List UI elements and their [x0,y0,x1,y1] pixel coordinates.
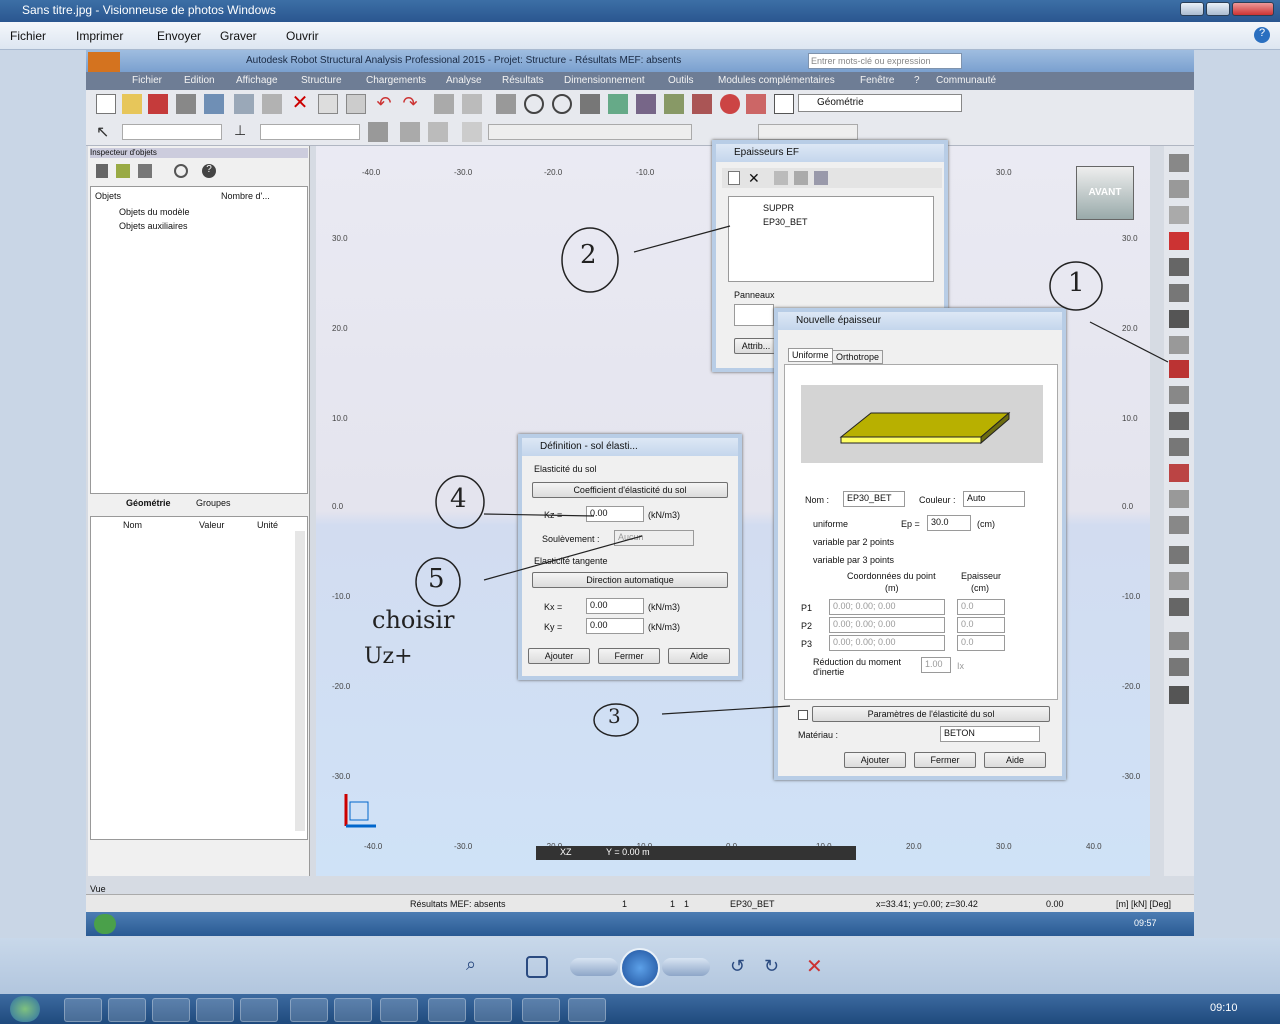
status-value-2: 1 [670,899,676,909]
annotation-5: 5 [428,564,445,594]
menu-ouvrir[interactable]: Ouvrir [286,29,319,43]
annotation-4: 4 [450,484,467,514]
close-button[interactable] [1232,2,1274,16]
taskbar-app-icon[interactable] [152,998,190,1022]
minimize-button[interactable] [1180,2,1204,16]
start-orb-icon [94,914,116,934]
status-bar: Résultats MEF: absents 1 1 1 EP30_BET x=… [86,894,1194,912]
taskbar-app-icon[interactable] [428,998,466,1022]
rotate-left-icon[interactable]: ↺ [730,956,745,977]
taskbar-app-icon[interactable] [64,998,102,1022]
actual-size-icon[interactable] [526,956,548,978]
status-value-1: 1 [622,899,628,909]
status-units: [m] [kN] [Deg] [1116,899,1172,909]
rotate-right-icon[interactable]: ↻ [764,956,779,977]
taskbar-app-icon[interactable] [240,998,278,1022]
status-coordinates: x=33.41; y=0.00; z=30.42 [876,899,978,909]
view-label: Vue [90,884,106,894]
status-thickness: EP30_BET [730,899,775,909]
menu-graver[interactable]: Graver [220,29,257,43]
start-button[interactable] [10,996,40,1022]
windows-taskbar: 09:10 [0,994,1280,1024]
delete-icon[interactable]: ✕ [806,954,823,979]
menu-fichier[interactable]: Fichier [10,29,46,43]
inner-clock: 09:57 [1134,918,1157,928]
status-results: Résultats MEF: absents [410,899,506,909]
status-value-3: 1 [684,899,690,909]
status-angle: 0.00 [1046,899,1064,909]
taskbar-app-icon[interactable] [568,998,606,1022]
taskbar-app-icon[interactable] [290,998,328,1022]
annotation-1: 1 [1068,268,1085,298]
viewer-menu-bar: Fichier Imprimer Envoyer Graver Ouvrir ? [0,22,1280,50]
taskbar-app-icon[interactable] [522,998,560,1022]
taskbar-app-icon[interactable] [380,998,418,1022]
annotation-note-choisir: choisir [372,606,455,634]
taskbar-app-icon[interactable] [108,998,146,1022]
annotation-note-uz: Uz+ [364,644,413,669]
help-icon[interactable]: ? [1254,27,1270,43]
viewer-title-bar: Sans titre.jpg - Visionneuse de photos W… [0,0,1280,22]
zoom-icon[interactable]: ⌕ [466,954,496,978]
taskbar-app-icon[interactable] [196,998,234,1022]
menu-envoyer[interactable]: Envoyer [157,29,201,43]
taskbar-clock: 09:10 [1210,1002,1238,1014]
menu-imprimer[interactable]: Imprimer [76,29,123,43]
annotation-2: 2 [580,240,597,270]
annotation-3: 3 [608,704,621,728]
next-button[interactable] [662,958,710,976]
maximize-button[interactable] [1206,2,1230,16]
inner-taskbar: 09:57 [86,912,1194,936]
photo-content: Autodesk Robot Structural Analysis Profe… [86,50,1194,936]
viewer-title: Sans titre.jpg - Visionneuse de photos W… [22,3,276,17]
slideshow-button[interactable] [620,948,660,988]
taskbar-app-icon[interactable] [474,998,512,1022]
viewer-controls: ⌕ ↺ ↻ ✕ [0,938,1280,994]
taskbar-app-icon[interactable] [334,998,372,1022]
annotation-strokes [415,225,1169,737]
previous-button[interactable] [570,958,618,976]
